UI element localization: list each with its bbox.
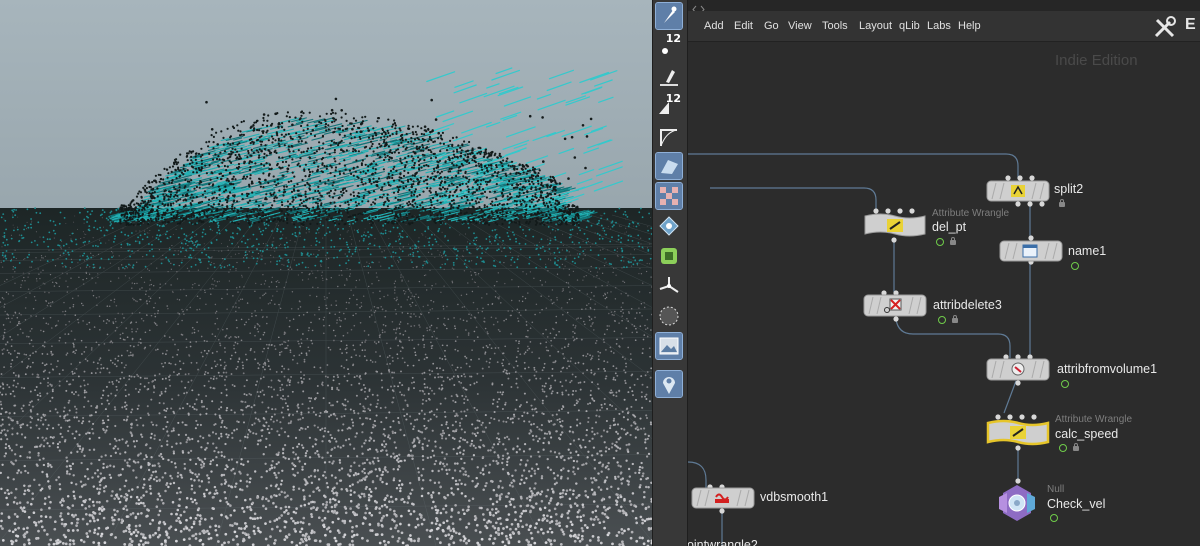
- node-type-del-pt: Attribute Wrangle: [932, 208, 1010, 219]
- uv-tool-button[interactable]: [656, 243, 682, 269]
- shading-tool-button[interactable]: [655, 152, 683, 180]
- node-label-attribfromvolume1: attribfromvolume1: [1057, 362, 1158, 376]
- attribdelete-node-body: [863, 294, 927, 317]
- wire-attribdelete3-attribfromvolume1: [895, 318, 1011, 358]
- lock-icon: [1059, 199, 1065, 207]
- pin-tool-button[interactable]: [655, 370, 683, 398]
- handle-icon: [659, 277, 679, 293]
- snap-icon: [659, 216, 679, 236]
- node-label-split2: split2: [1054, 182, 1084, 196]
- display-flag-icon[interactable]: [1071, 262, 1079, 270]
- node-label-del-pt: del_pt: [932, 220, 967, 234]
- node-del-pt[interactable]: [863, 212, 927, 244]
- background-icon: [659, 337, 679, 355]
- wrangle-node-body-selected: [986, 419, 1050, 446]
- node-type-check-vel: Null: [1047, 484, 1065, 495]
- shading-icon: [661, 160, 678, 174]
- node-label-pointwrangle2: pointwrangle2: [688, 538, 758, 546]
- uv-icon: [661, 248, 677, 264]
- particle-render: [0, 0, 652, 546]
- primitives-count: 12: [665, 92, 681, 105]
- node-check-vel[interactable]: [995, 482, 1043, 528]
- node-name1[interactable]: [999, 240, 1063, 266]
- display-flag-icon[interactable]: [936, 238, 944, 246]
- scene-viewport[interactable]: [0, 0, 652, 546]
- node-label-attribdelete3: attribdelete3: [933, 298, 1002, 312]
- pointer-icon: [664, 6, 677, 23]
- vdbsmooth-node-body: [691, 487, 755, 509]
- node-attribdelete3[interactable]: [863, 294, 927, 322]
- node-label-name1: name1: [1068, 244, 1107, 258]
- display-flag-icon[interactable]: [1061, 380, 1069, 388]
- split-node-body: [986, 180, 1050, 202]
- wire-input-delpt: [710, 187, 877, 210]
- handle-tool-button[interactable]: [656, 273, 682, 299]
- curve-tool-button[interactable]: [656, 124, 682, 150]
- attribfromvolume-node-body: [986, 358, 1050, 381]
- background-tool-button[interactable]: [655, 332, 683, 360]
- texture-tool-button[interactable]: [655, 182, 683, 210]
- snap-tool-button[interactable]: [656, 213, 682, 239]
- lock-icon: [950, 237, 956, 245]
- wire-input-split2: [688, 153, 1019, 179]
- display-flag-icon[interactable]: [1050, 514, 1058, 522]
- lock-icon: [1073, 443, 1079, 451]
- wire-input-vdbsmooth1: [688, 461, 707, 490]
- name-node-body: [999, 240, 1063, 262]
- ghost-tool-button[interactable]: [656, 303, 682, 329]
- node-attribfromvolume1[interactable]: [986, 358, 1050, 386]
- node-calc-speed[interactable]: [985, 418, 1051, 452]
- null-node-icon: [999, 485, 1035, 521]
- tool-shelf: 12 12: [652, 0, 688, 546]
- checker-icon: [660, 187, 678, 205]
- node-type-calc-speed: Attribute Wrangle: [1055, 414, 1133, 425]
- primitives-tool-button[interactable]: 12: [656, 92, 682, 120]
- lock-icon: [952, 315, 958, 323]
- wrangle-node-body: [864, 213, 926, 237]
- brush-icon: [660, 70, 678, 86]
- select-tool-button[interactable]: [655, 2, 683, 30]
- node-label-calc-speed: calc_speed: [1055, 427, 1119, 441]
- node-label-vdbsmooth1: vdbsmooth1: [760, 490, 829, 504]
- node-wires: [688, 153, 1045, 546]
- points-count: 12: [665, 32, 681, 45]
- node-split2[interactable]: [986, 179, 1050, 207]
- node-label-check-vel: Check_vel: [1047, 497, 1106, 511]
- curve-icon: [660, 129, 678, 147]
- display-flag-icon[interactable]: [1059, 444, 1067, 452]
- pin-icon: [663, 377, 675, 394]
- node-vdbsmooth1[interactable]: [691, 487, 755, 513]
- ghost-icon: [659, 306, 679, 326]
- display-flag-icon[interactable]: [938, 316, 946, 324]
- network-editor[interactable]: Add Edit Go View Tools Layout qLib Labs …: [688, 0, 1200, 546]
- points-tool-button[interactable]: 12: [656, 32, 682, 60]
- paint-tool-button[interactable]: [656, 64, 682, 90]
